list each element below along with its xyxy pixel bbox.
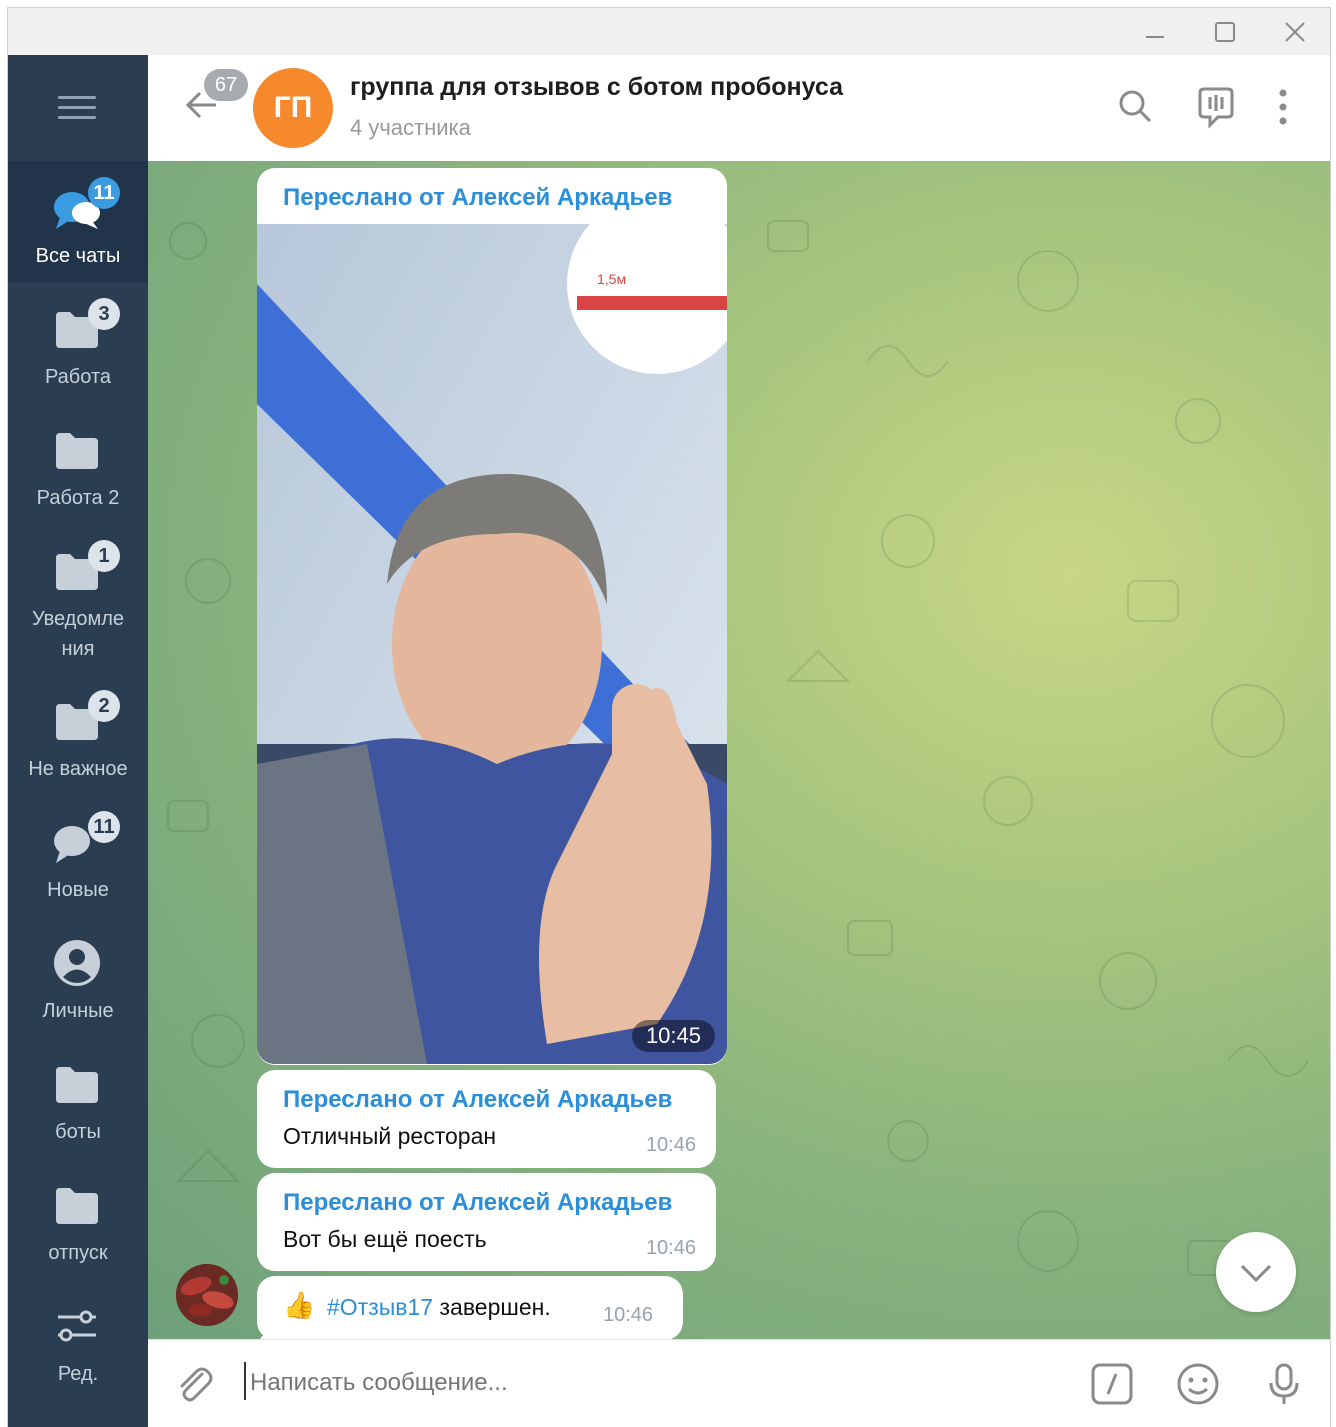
thumbs-up-icon: 👍 (283, 1290, 316, 1320)
forwarded-from-label[interactable]: Переслано от Алексей Аркадьев (283, 184, 672, 212)
next-message-bubble-partial (257, 1331, 607, 1339)
minimize-button[interactable] (1130, 14, 1180, 50)
folder-label: боты (55, 1121, 101, 1143)
emoji-button[interactable] (1176, 1362, 1220, 1411)
folder-label: Работа 2 (36, 487, 120, 509)
folder-label-line2: ния (61, 638, 95, 660)
hamburger-menu-icon (58, 96, 96, 119)
message-text: Вот бы ещё поесть (283, 1226, 487, 1252)
title-bar (8, 8, 1330, 55)
slash-command-icon (1091, 1363, 1133, 1405)
sender-avatar[interactable] (176, 1264, 238, 1326)
photo-attachment[interactable]: 1,5м 10:45 (257, 224, 727, 1064)
folder-rabota[interactable]: 3 Работа (8, 282, 148, 400)
more-options-button[interactable] (1268, 85, 1298, 134)
bot-message-bubble[interactable]: 👍 #Отзыв17 завершен. 10:46 (257, 1276, 683, 1339)
unread-badge: 1 (88, 540, 120, 572)
edit-folders-button[interactable]: Ред. (8, 1279, 148, 1397)
folder-label: Ред. (57, 1363, 99, 1385)
folder-rabota-2[interactable]: Работа 2 (8, 403, 148, 521)
microphone-icon (1269, 1363, 1299, 1404)
forwarded-from-label[interactable]: Переслано от Алексей Аркадьев (283, 1086, 672, 1114)
svg-text:1,5м: 1,5м (597, 271, 626, 287)
unread-badge: 11 (88, 811, 120, 843)
folder-label: Работа (45, 366, 111, 388)
photo-message-bubble[interactable]: Переслано от Алексей Аркадьев 1,5м 10:45 (257, 168, 727, 1065)
menu-button[interactable] (58, 94, 96, 127)
folder-notifications[interactable]: 1 Уведомле ния (8, 524, 148, 674)
chevron-down-icon (1240, 1264, 1272, 1283)
voice-chat-icon (1198, 87, 1234, 129)
message-input[interactable] (248, 1360, 1072, 1406)
person-icon (54, 940, 100, 986)
unread-badge: 3 (88, 298, 120, 330)
chat-subtitle: 4 участника (350, 115, 471, 140)
folder-icon (56, 1188, 98, 1224)
bot-commands-button[interactable] (1090, 1362, 1134, 1411)
unread-badge: 2 (88, 690, 120, 722)
folder-all-chats[interactable]: 11 Все чаты (8, 161, 148, 282)
chat-title[interactable]: группа для отзывов с ботом пробонуса (350, 73, 843, 102)
folder-label: Не важное (28, 758, 128, 780)
voice-record-button[interactable] (1262, 1362, 1306, 1411)
text-message-bubble[interactable]: Переслано от Алексей Аркадьев Вот бы ещё… (257, 1173, 716, 1271)
close-icon (1285, 22, 1305, 42)
folders-sidebar: 11 Все чаты 3 Работа Работа 2 1 Уведомле (8, 55, 148, 1427)
folder-icon (56, 1067, 98, 1103)
close-button[interactable] (1270, 14, 1320, 50)
folder-bots[interactable]: боты (8, 1037, 148, 1155)
group-avatar[interactable]: ГП (253, 68, 333, 148)
folder-label: Личные (42, 1000, 114, 1022)
scroll-to-bottom-button[interactable] (1216, 1232, 1296, 1312)
unread-badge: 11 (88, 177, 120, 209)
folder-new[interactable]: 11 Новые (8, 795, 148, 913)
maximize-icon (1215, 22, 1235, 42)
telegram-window: 11 Все чаты 3 Работа Работа 2 1 Уведомле (8, 8, 1330, 1427)
smile-icon (1177, 1363, 1219, 1405)
search-icon (1119, 90, 1152, 123)
voice-chat-button[interactable] (1194, 85, 1238, 134)
folder-vacation[interactable]: отпуск (8, 1158, 148, 1276)
paperclip-icon (180, 1367, 213, 1402)
message-list[interactable]: Переслано от Алексей Аркадьев 1,5м 10:45… (148, 161, 1330, 1339)
unread-count-badge: 67 (204, 69, 248, 101)
selfie-photo: 1,5м (257, 224, 727, 1064)
folder-label: отпуск (48, 1242, 108, 1264)
forwarded-from-label[interactable]: Переслано от Алексей Аркадьев (283, 1189, 672, 1217)
attach-button[interactable] (172, 1362, 216, 1411)
chat-header: 67 ГП группа для отзывов с ботом пробону… (148, 55, 1330, 162)
folder-icon (56, 433, 98, 469)
settings-sliders-icon (58, 1310, 96, 1342)
food-avatar-image (176, 1264, 238, 1326)
text-message-bubble[interactable]: Переслано от Алексей Аркадьев Отличный р… (257, 1070, 716, 1168)
minimize-icon (1146, 36, 1164, 38)
folder-not-important[interactable]: 2 Не важное (8, 674, 148, 792)
photo-timestamp: 10:45 (631, 1020, 715, 1052)
folder-personal[interactable]: Личные (8, 916, 148, 1034)
message-time: 10:46 (645, 1237, 696, 1259)
folder-label-line1: Уведомле (31, 608, 124, 630)
message-time: 10:46 (603, 1304, 654, 1326)
message-composer (148, 1339, 1330, 1427)
message-time: 10:46 (645, 1134, 696, 1156)
message-text: Отличный ресторан (283, 1123, 497, 1149)
hashtag-link[interactable]: #Отзыв17 (327, 1294, 433, 1320)
text-cursor (244, 1362, 246, 1400)
maximize-button[interactable] (1200, 14, 1250, 50)
message-text: завершен. (433, 1294, 551, 1320)
more-vertical-icon (1279, 89, 1287, 125)
search-button[interactable] (1116, 87, 1156, 132)
folder-label: Новые (47, 879, 109, 901)
folder-label: Все чаты (35, 245, 121, 267)
